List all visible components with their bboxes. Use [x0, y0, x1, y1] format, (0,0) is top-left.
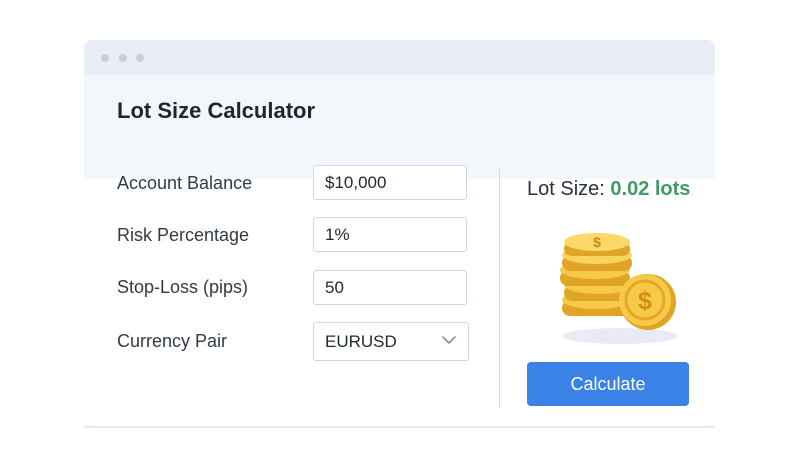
calculator-window: Lot Size Calculator Account Balance Risk…	[84, 40, 715, 430]
window-dot-icon[interactable]	[136, 54, 144, 62]
currency-pair-label: Currency Pair	[117, 331, 228, 351]
column-divider	[499, 168, 500, 408]
svg-text:$: $	[593, 234, 601, 250]
currency-pair-value: EURUSD	[325, 332, 397, 351]
window-titlebar	[84, 40, 715, 75]
lot-size-result: Lot Size: 0.02 lots	[527, 178, 690, 201]
account-balance-label: Account Balance	[117, 173, 253, 193]
window-bottom-border	[84, 426, 715, 428]
currency-pair-select[interactable]: EURUSD	[313, 322, 469, 361]
dollar-coins-icon: $ $	[560, 233, 678, 344]
chevron-down-icon	[442, 336, 456, 344]
account-balance-input[interactable]	[313, 165, 467, 200]
window-dot-icon[interactable]	[101, 54, 109, 62]
window-header	[84, 75, 715, 179]
page-title: Lot Size Calculator	[117, 98, 316, 123]
lot-size-value: 0.02 lots	[610, 178, 691, 200]
calculate-button[interactable]: Calculate	[527, 362, 689, 406]
risk-percentage-input[interactable]	[313, 217, 467, 252]
stop-loss-input[interactable]	[313, 270, 467, 305]
risk-percentage-label: Risk Percentage	[117, 225, 250, 245]
stop-loss-label: Stop-Loss (pips)	[117, 277, 249, 297]
svg-text:$: $	[638, 287, 652, 315]
window-dot-icon[interactable]	[119, 54, 127, 62]
lot-size-label: Lot Size:	[527, 178, 605, 200]
